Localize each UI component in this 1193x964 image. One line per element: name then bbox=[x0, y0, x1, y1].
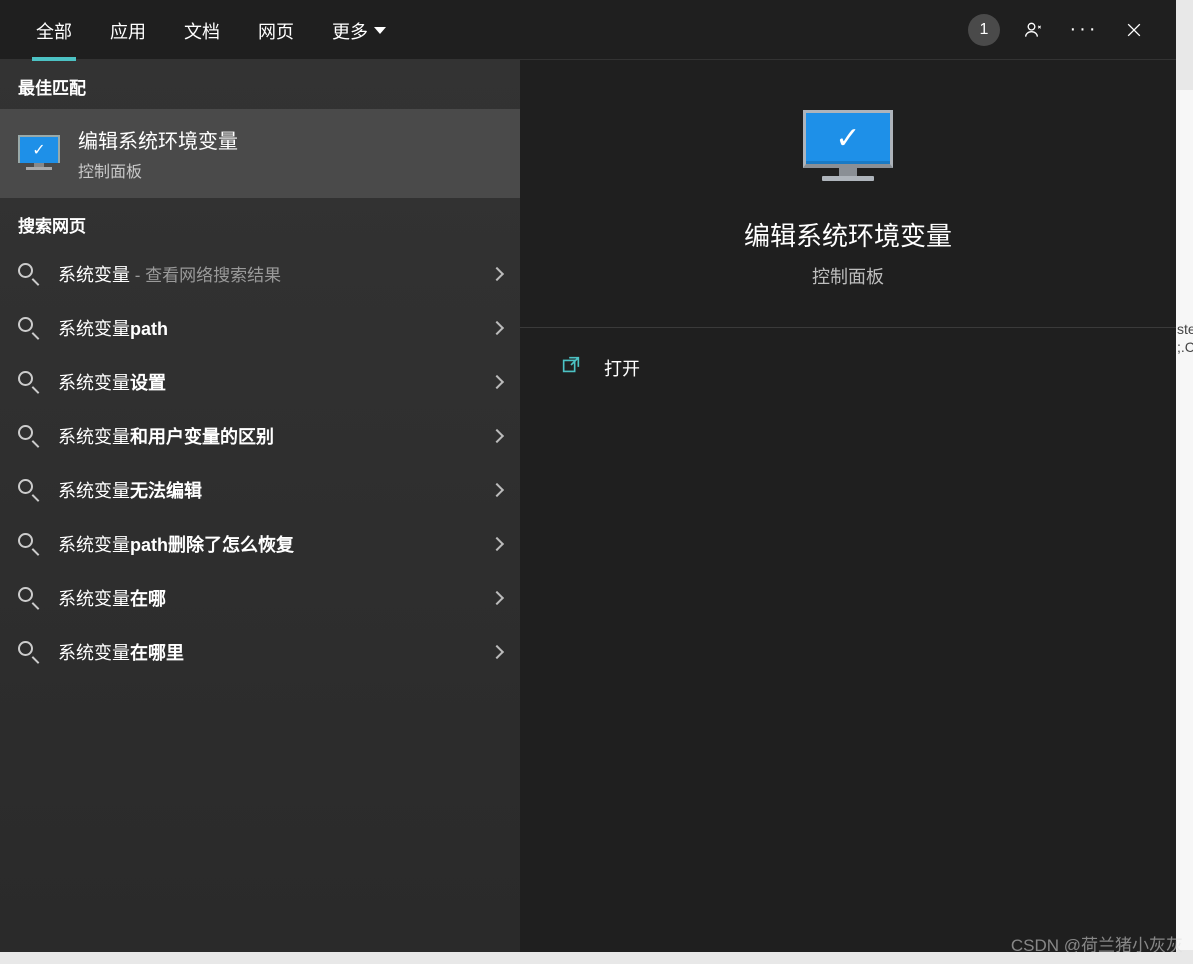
tab-more-label: 更多 bbox=[332, 18, 368, 44]
web-result-6[interactable]: 系统变量在哪 bbox=[0, 571, 520, 625]
tab-docs[interactable]: 文档 bbox=[168, 0, 236, 60]
search-icon bbox=[18, 533, 40, 555]
more-options-icon[interactable]: ··· bbox=[1062, 8, 1106, 52]
chevron-right-icon bbox=[490, 645, 504, 659]
search-icon bbox=[18, 425, 40, 447]
search-icon bbox=[18, 263, 40, 285]
bg-text-2: ;.C bbox=[1177, 338, 1191, 356]
web-result-0[interactable]: 系统变量 - 查看网络搜索结果 bbox=[0, 247, 520, 301]
detail-title: 编辑系统环境变量 bbox=[520, 216, 1176, 253]
tab-all[interactable]: 全部 bbox=[20, 0, 88, 60]
detail-icon-wrap: ✓ bbox=[520, 110, 1176, 190]
chevron-right-icon bbox=[490, 321, 504, 335]
chevron-right-icon bbox=[490, 267, 504, 281]
open-label: 打开 bbox=[604, 355, 640, 381]
rewards-badge[interactable]: 1 bbox=[962, 8, 1006, 52]
web-result-5[interactable]: 系统变量path删除了怎么恢复 bbox=[0, 517, 520, 571]
monitor-check-icon: ✓ bbox=[803, 110, 893, 190]
tab-apps[interactable]: 应用 bbox=[94, 0, 162, 60]
best-match-result[interactable]: ✓ 编辑系统环境变量 控制面板 bbox=[0, 109, 520, 198]
search-tabs: 全部 应用 文档 网页 更多 1 ··· bbox=[0, 0, 1176, 60]
chevron-down-icon bbox=[374, 27, 386, 34]
tab-more[interactable]: 更多 bbox=[316, 0, 402, 60]
open-external-icon bbox=[560, 354, 582, 381]
best-match-header: 最佳匹配 bbox=[0, 60, 520, 109]
web-result-text: 系统变量path bbox=[58, 315, 474, 341]
best-match-subtitle: 控制面板 bbox=[78, 158, 238, 182]
search-icon bbox=[18, 479, 40, 501]
detail-subtitle: 控制面板 bbox=[520, 263, 1176, 289]
tab-web[interactable]: 网页 bbox=[242, 0, 310, 60]
background-window-strip: ste ;.C bbox=[1175, 90, 1193, 950]
chevron-right-icon bbox=[490, 537, 504, 551]
web-result-3[interactable]: 系统变量和用户变量的区别 bbox=[0, 409, 520, 463]
bg-text-1: ste bbox=[1177, 320, 1191, 338]
best-match-text: 编辑系统环境变量 控制面板 bbox=[78, 125, 238, 182]
web-result-text: 系统变量设置 bbox=[58, 369, 474, 395]
chevron-right-icon bbox=[490, 591, 504, 605]
search-icon bbox=[18, 641, 40, 663]
detail-pane: ✓ 编辑系统环境变量 控制面板 打开 bbox=[520, 60, 1176, 952]
search-body: 最佳匹配 ✓ 编辑系统环境变量 控制面板 搜索网页 系统变量 - 查看网络搜索结… bbox=[0, 60, 1176, 952]
web-result-2[interactable]: 系统变量设置 bbox=[0, 355, 520, 409]
web-result-text: 系统变量无法编辑 bbox=[58, 477, 474, 503]
web-result-text: 系统变量在哪里 bbox=[58, 639, 474, 665]
search-icon bbox=[18, 317, 40, 339]
chevron-right-icon bbox=[490, 429, 504, 443]
chevron-right-icon bbox=[490, 483, 504, 497]
results-list: 最佳匹配 ✓ 编辑系统环境变量 控制面板 搜索网页 系统变量 - 查看网络搜索结… bbox=[0, 60, 520, 952]
search-web-header: 搜索网页 bbox=[0, 198, 520, 247]
search-icon bbox=[18, 587, 40, 609]
web-result-text: 系统变量path删除了怎么恢复 bbox=[58, 531, 474, 557]
web-result-text: 系统变量 - 查看网络搜索结果 bbox=[58, 261, 474, 287]
windows-search-panel: 全部 应用 文档 网页 更多 1 ··· 最佳匹配 bbox=[0, 0, 1176, 952]
web-result-text: 系统变量和用户变量的区别 bbox=[58, 423, 474, 449]
web-result-7[interactable]: 系统变量在哪里 bbox=[0, 625, 520, 679]
open-action[interactable]: 打开 bbox=[520, 328, 1176, 407]
chevron-right-icon bbox=[490, 375, 504, 389]
close-button[interactable] bbox=[1112, 8, 1156, 52]
best-match-title: 编辑系统环境变量 bbox=[78, 125, 238, 154]
badge-count: 1 bbox=[968, 14, 1000, 46]
monitor-check-icon: ✓ bbox=[18, 135, 60, 173]
web-result-text: 系统变量在哪 bbox=[58, 585, 474, 611]
web-result-1[interactable]: 系统变量path bbox=[0, 301, 520, 355]
search-icon bbox=[18, 371, 40, 393]
web-result-4[interactable]: 系统变量无法编辑 bbox=[0, 463, 520, 517]
account-icon[interactable] bbox=[1012, 8, 1056, 52]
